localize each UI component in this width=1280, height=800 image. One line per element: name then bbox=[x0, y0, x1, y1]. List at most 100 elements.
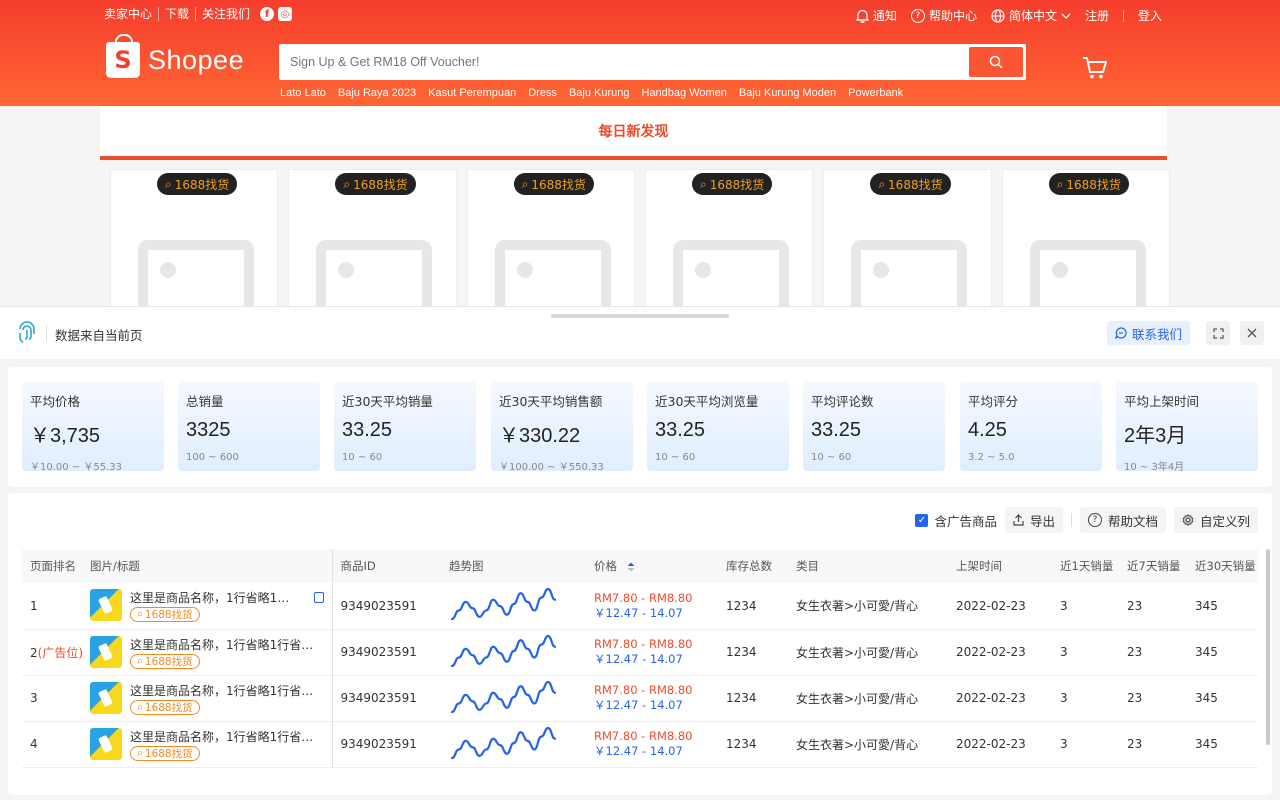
price-rm: RM7.80 - RM8.80 bbox=[594, 683, 693, 697]
stat-value: 33.25 bbox=[655, 419, 706, 441]
copy-icon[interactable] bbox=[314, 592, 324, 604]
stock-cell: 1234 bbox=[718, 583, 788, 630]
vertical-scrollbar[interactable] bbox=[1266, 549, 1270, 745]
product-id: 9349023591 bbox=[332, 721, 441, 768]
keyword-link[interactable]: Baju Kurung Moden bbox=[739, 87, 836, 99]
find-1688-chip[interactable]: ⌕ 1688找货 bbox=[870, 173, 951, 195]
follow-us-text: 关注我们 bbox=[202, 7, 251, 21]
trend-sparkline bbox=[450, 726, 557, 759]
language-selector[interactable]: 简体中文 bbox=[991, 7, 1071, 24]
price-column-header[interactable]: 价格 bbox=[586, 549, 718, 583]
keyword-link[interactable]: Powerbank bbox=[848, 87, 903, 99]
instagram-icon[interactable]: ◎ bbox=[278, 7, 293, 21]
register-link[interactable]: 注册 bbox=[1085, 7, 1109, 24]
search-input[interactable] bbox=[282, 47, 969, 77]
image-placeholder-icon bbox=[138, 240, 254, 308]
table-header-row: 页面排名 图片/标题 商品ID 趋势图 价格 库存总数 类目 上架时间 近1天销… bbox=[22, 549, 1258, 583]
product-thumbnail[interactable] bbox=[90, 727, 122, 760]
product-title[interactable]: 这里是商品名称，1行省略1行省 bbox=[130, 589, 300, 606]
product-thumbnail[interactable] bbox=[90, 635, 122, 668]
find-1688-tag[interactable]: ⌕ 1688找货 bbox=[130, 745, 200, 761]
search-bar bbox=[279, 44, 1026, 80]
stat-value: 4.25 bbox=[968, 419, 1007, 441]
notification-link[interactable]: 通知 bbox=[855, 7, 897, 24]
find-1688-chip[interactable]: ⌕ 1688找货 bbox=[691, 173, 773, 195]
product-title[interactable]: 这里是商品名称，1行省略1行省略1行省略 bbox=[130, 728, 325, 745]
keyword-link[interactable]: Kasut Perempuan bbox=[428, 87, 516, 99]
price-rm: RM7.80 - RM8.80 bbox=[594, 729, 693, 743]
product-thumbnail[interactable] bbox=[90, 681, 122, 714]
export-button[interactable]: 导出 bbox=[1004, 507, 1063, 533]
globe-icon bbox=[991, 8, 1005, 23]
column-header: 页面排名 bbox=[22, 549, 82, 583]
drag-handle[interactable] bbox=[551, 314, 729, 318]
include-ads-checkbox[interactable]: ✓ 含广告商品 bbox=[915, 511, 997, 530]
search-icon bbox=[989, 55, 1003, 69]
contact-us-button[interactable]: 联系我们 bbox=[1107, 321, 1190, 345]
find-1688-chip[interactable]: ⌕ 1688找货 bbox=[513, 173, 594, 195]
find-1688-tag[interactable]: ⌕ 1688找货 bbox=[130, 653, 200, 669]
product-thumbnail[interactable] bbox=[90, 589, 122, 622]
table-row[interactable]: 4 这里是商品名称，1行省略1行省略1行省略⌕1688找货 9349023591… bbox=[22, 721, 1258, 768]
download-link[interactable]: 下载 bbox=[158, 7, 195, 21]
stat-value: ￥330.22 bbox=[499, 425, 581, 447]
export-label: 导出 bbox=[1029, 513, 1055, 529]
product-card[interactable]: ⌕ 1688找货 bbox=[110, 169, 279, 309]
stat-label: 平均价格 bbox=[30, 394, 81, 409]
product-card[interactable]: ⌕ 1688找货 bbox=[288, 169, 457, 309]
fullscreen-button[interactable] bbox=[1206, 321, 1230, 345]
stat-card-avg-price: 平均价格 ￥3,735 ￥10.00 ~ ￥55.33 bbox=[22, 381, 164, 473]
find-1688-chip[interactable]: ⌕ 1688找货 bbox=[335, 173, 416, 195]
facebook-icon[interactable]: f bbox=[260, 7, 275, 21]
keyword-link[interactable]: Dress bbox=[528, 87, 557, 99]
checkbox-checked-icon: ✓ bbox=[915, 513, 929, 527]
search-button[interactable] bbox=[969, 47, 1023, 77]
seller-centre-link[interactable]: 卖家中心 bbox=[104, 7, 158, 21]
price-cny: ￥12.47 - 14.07 bbox=[594, 744, 683, 758]
search-icon: ⌕ bbox=[699, 176, 707, 191]
stat-card-avg-listing-time: 平均上架时间 2年3月 10 ~ 3年4月 bbox=[1116, 381, 1258, 473]
custom-columns-button[interactable]: 自定义列 bbox=[1173, 507, 1258, 533]
cart-button[interactable] bbox=[1082, 56, 1108, 83]
help-doc-label: 帮助文档 bbox=[1107, 513, 1158, 529]
close-button[interactable] bbox=[1240, 321, 1264, 345]
analytics-panel: 数据来自当前页 联系我们 平均价格 ￥3,735 ￥10.00 ~ ￥55.33… bbox=[0, 306, 1280, 800]
product-card[interactable]: ⌕ 1688找货 bbox=[644, 169, 814, 309]
help-centre-link[interactable]: ? 帮助中心 bbox=[910, 7, 977, 24]
find-1688-chip[interactable]: ⌕ 1688找货 bbox=[1048, 173, 1129, 195]
sort-icon[interactable] bbox=[627, 562, 635, 572]
search-icon: ⌕ bbox=[137, 700, 143, 713]
search-icon: ⌕ bbox=[521, 176, 529, 191]
chip-label: 1688找货 bbox=[531, 177, 586, 192]
image-placeholder-icon bbox=[1029, 240, 1146, 308]
product-title[interactable]: 这里是商品名称，1行省略1行省略1行省略 bbox=[130, 636, 325, 653]
keyword-link[interactable]: Baju Kurung bbox=[569, 87, 630, 99]
image-placeholder-icon bbox=[851, 240, 968, 308]
help-doc-button[interactable]: ? 帮助文档 bbox=[1079, 507, 1166, 533]
category-cell: 女生衣著>小可愛/背心 bbox=[788, 675, 948, 722]
find-1688-tag[interactable]: ⌕ 1688找货 bbox=[130, 699, 200, 715]
login-link[interactable]: 登入 bbox=[1138, 7, 1162, 24]
stat-value: 3325 bbox=[186, 419, 231, 441]
find-1688-chip[interactable]: ⌕ 1688找货 bbox=[157, 173, 238, 195]
product-card[interactable]: ⌕ 1688找货 bbox=[466, 169, 635, 309]
stock-cell: 1234 bbox=[718, 721, 788, 768]
keyword-link[interactable]: Baju Raya 2023 bbox=[338, 87, 416, 99]
trend-sparkline bbox=[450, 634, 557, 667]
find-1688-tag[interactable]: ⌕ 1688找货 bbox=[130, 607, 200, 623]
sales-1d-cell: 3 bbox=[1052, 675, 1119, 722]
keyword-link[interactable]: Handbag Women bbox=[642, 87, 727, 99]
product-id: 9349023591 bbox=[332, 675, 441, 722]
chip-label: 1688找货 bbox=[709, 177, 765, 192]
stat-card-avg-reviews: 平均评论数 33.25 10 ~ 60 bbox=[803, 381, 945, 471]
listing-date-cell: 2022-02-23 bbox=[948, 675, 1052, 722]
table-row[interactable]: 3 这里是商品名称，1行省略1行省略1行省略⌕1688找货 9349023591… bbox=[22, 675, 1258, 722]
shopee-logo[interactable]: S Shopee bbox=[106, 34, 244, 78]
product-card[interactable]: ⌕ 1688找货 bbox=[1001, 169, 1170, 309]
stat-label: 近30天平均销量 bbox=[342, 394, 433, 409]
keyword-link[interactable]: Lato Lato bbox=[280, 87, 326, 99]
table-row[interactable]: 1 这里是商品名称，1行省略1行省 ⌕ 1688找货 9349023591 RM7.… bbox=[22, 583, 1258, 630]
table-row[interactable]: 2(广告位) 这里是商品名称，1行省略1行省略1行省略⌕1688找货 93490… bbox=[22, 629, 1258, 676]
product-title[interactable]: 这里是商品名称，1行省略1行省略1行省略 bbox=[130, 682, 325, 699]
product-card[interactable]: ⌕ 1688找货 bbox=[823, 169, 992, 309]
